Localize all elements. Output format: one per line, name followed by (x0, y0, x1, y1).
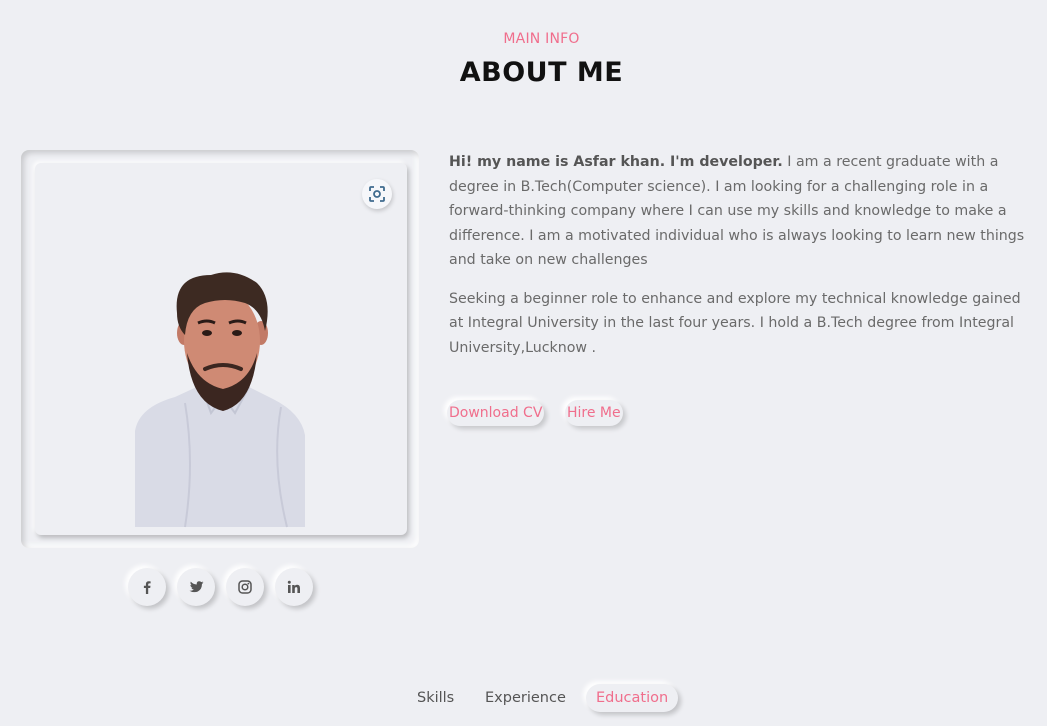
section-title: ABOUT ME (459, 57, 624, 88)
section-subtitle: MAIN INFO (503, 31, 580, 47)
instagram-icon (238, 580, 252, 594)
bio-intro-bold: Hi! my name is Asfar khan. I'm developer… (449, 154, 783, 170)
facebook-button[interactable] (128, 568, 166, 606)
bio-paragraph-2: Seeking a beginner role to enhance and e… (449, 290, 1021, 356)
bio-intro-rest: I am a recent graduate with a degree in … (449, 154, 1025, 268)
twitter-button[interactable] (177, 568, 215, 606)
twitter-icon (188, 581, 204, 593)
linkedin-button[interactable] (275, 568, 313, 606)
instagram-button[interactable] (226, 568, 264, 606)
focus-lens-icon (369, 186, 385, 202)
download-cv-button[interactable]: Download CV (447, 400, 545, 426)
tab-experience[interactable]: Experience (485, 684, 566, 712)
hire-me-button[interactable]: Hire Me (565, 400, 623, 426)
linkedin-icon (287, 580, 300, 593)
lens-button[interactable] (362, 179, 392, 209)
bio-paragraph-1: Hi! my name is Asfar khan. I'm developer… (449, 150, 1029, 273)
person-illustration (135, 272, 305, 528)
facebook-icon (143, 581, 151, 594)
tab-skills[interactable]: Skills (417, 684, 454, 712)
about-section: MAIN INFO ABOUT ME Hi! my name is Asfar … (0, 0, 1047, 726)
profile-photo (35, 163, 407, 535)
bio-text: Hi! my name is Asfar khan. I'm developer… (449, 150, 1029, 374)
tab-education[interactable]: Education (586, 684, 679, 712)
